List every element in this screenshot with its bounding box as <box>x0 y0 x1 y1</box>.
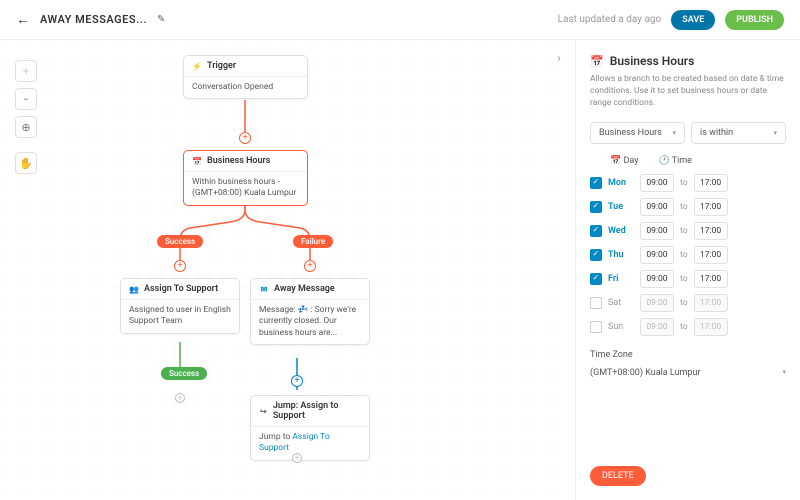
clock-icon: 🕐 <box>658 156 669 166</box>
jump-icon: ↪ <box>259 406 268 416</box>
bolt-icon: ⚡ <box>192 61 202 71</box>
timezone-select[interactable]: (GMT+08:00) Kuala Lumpur▾ <box>590 364 786 382</box>
to-label: to <box>680 250 688 260</box>
time-to-input[interactable] <box>694 174 728 192</box>
node-assign[interactable]: 👥 Assign To Support Assigned to user in E… <box>120 278 240 334</box>
day-checkbox[interactable] <box>590 249 602 261</box>
node-away-message[interactable]: ✉ Away Message Message: 💤 : Sorry we're c… <box>250 278 370 345</box>
schedule-row: Tue to <box>590 198 786 216</box>
node-body: Jump to Assign To Support <box>251 427 369 460</box>
workflow-canvas[interactable]: + − ⊕ ✋ › ⚡ Trigger Conversation Opened +… <box>0 40 575 500</box>
node-body: Assigned to user in English Support Team <box>121 300 239 333</box>
day-checkbox[interactable] <box>590 177 602 189</box>
time-from-input[interactable] <box>640 198 674 216</box>
node-body: Message: 💤 : Sorry we're currently close… <box>251 300 369 344</box>
save-button[interactable]: SAVE <box>671 10 715 30</box>
edit-icon[interactable]: ✎ <box>157 14 165 25</box>
node-title: Assign To Support <box>144 284 218 294</box>
chevron-down-icon: ▾ <box>773 129 777 137</box>
schedule-row: Wed to <box>590 222 786 240</box>
condition-type-select[interactable]: Business Hours▾ <box>590 122 685 144</box>
node-title: Away Message <box>274 284 335 294</box>
schedule-row: Mon to <box>590 174 786 192</box>
node-title: Jump: Assign to Support <box>273 401 361 421</box>
branch-failure-pill: Failure <box>293 235 333 248</box>
user-icon: 👥 <box>129 284 139 294</box>
schedule-row: Fri to <box>590 270 786 288</box>
pan-button[interactable]: ✋ <box>15 152 37 174</box>
node-body: Conversation Opened <box>184 77 307 98</box>
time-to-input[interactable] <box>694 222 728 240</box>
last-updated: Last updated a day ago <box>558 14 662 25</box>
add-step-button[interactable]: + <box>292 453 302 463</box>
collapse-panel-icon[interactable]: › <box>549 48 569 68</box>
schedule-row: Thu to <box>590 246 786 264</box>
day-checkbox[interactable] <box>590 297 602 309</box>
chevron-down-icon: ▾ <box>782 368 786 378</box>
node-business-hours[interactable]: 📅 Business Hours Within business hours - … <box>183 150 308 206</box>
branch-success-pill: Success <box>157 235 203 248</box>
panel-title: Business Hours <box>610 54 695 68</box>
timezone-label: Time Zone <box>590 350 786 360</box>
fit-button[interactable]: ⊕ <box>15 116 37 138</box>
node-jump[interactable]: ↪ Jump: Assign to Support Jump to Assign … <box>250 395 370 461</box>
zoom-in-button[interactable]: + <box>15 60 37 82</box>
time-to-input[interactable] <box>694 246 728 264</box>
back-icon[interactable]: ← <box>16 11 30 28</box>
branch-success-pill: Success <box>161 367 207 380</box>
day-checkbox[interactable] <box>590 273 602 285</box>
add-step-button[interactable]: + <box>239 132 251 144</box>
day-label: Tue <box>608 202 634 212</box>
header: ← AWAY MESSAGES... ✎ Last updated a day … <box>0 0 800 40</box>
node-title: Business Hours <box>207 156 270 166</box>
day-label: Sun <box>608 322 634 332</box>
day-label: Sat <box>608 298 634 308</box>
calendar-icon: 📅 <box>590 55 604 68</box>
properties-panel: 📅 Business Hours Allows a branch to be cr… <box>575 40 800 500</box>
panel-description: Allows a branch to be created based on d… <box>590 74 786 110</box>
time-to-input[interactable] <box>694 294 728 312</box>
node-body: Within business hours - (GMT+08:00) Kual… <box>184 172 307 205</box>
day-checkbox[interactable] <box>590 321 602 333</box>
time-to-input[interactable] <box>694 270 728 288</box>
condition-op-select[interactable]: is within▾ <box>691 122 786 144</box>
mail-icon: ✉ <box>259 284 269 294</box>
node-title: Trigger <box>207 61 236 71</box>
add-step-button[interactable]: + <box>175 393 185 403</box>
add-step-button[interactable]: + <box>304 260 316 272</box>
day-label: Mon <box>608 178 634 188</box>
chevron-down-icon: ▾ <box>672 129 676 137</box>
calendar-icon: 📅 <box>192 156 202 166</box>
to-label: to <box>680 226 688 236</box>
time-from-input[interactable] <box>640 294 674 312</box>
schedule-row: Sat to <box>590 294 786 312</box>
schedule-row: Sun to <box>590 318 786 336</box>
day-label: Thu <box>608 250 634 260</box>
day-label: Wed <box>608 226 634 236</box>
time-to-input[interactable] <box>694 198 728 216</box>
time-from-input[interactable] <box>640 174 674 192</box>
time-from-input[interactable] <box>640 222 674 240</box>
canvas-tools: + − ⊕ ✋ <box>15 60 37 174</box>
zoom-out-button[interactable]: − <box>15 88 37 110</box>
to-label: to <box>680 298 688 308</box>
day-checkbox[interactable] <box>590 225 602 237</box>
day-checkbox[interactable] <box>590 201 602 213</box>
add-step-button[interactable]: + <box>291 375 303 387</box>
to-label: to <box>680 178 688 188</box>
time-to-input[interactable] <box>694 318 728 336</box>
time-from-input[interactable] <box>640 246 674 264</box>
to-label: to <box>680 202 688 212</box>
day-label: Fri <box>608 274 634 284</box>
add-step-button[interactable]: + <box>174 260 186 272</box>
to-label: to <box>680 274 688 284</box>
delete-button[interactable]: DELETE <box>590 466 646 486</box>
publish-button[interactable]: PUBLISH <box>725 10 784 30</box>
node-trigger[interactable]: ⚡ Trigger Conversation Opened <box>183 55 308 99</box>
time-from-input[interactable] <box>640 270 674 288</box>
workflow-title: AWAY MESSAGES... <box>40 13 147 26</box>
calendar-icon: 📅 <box>610 156 621 166</box>
to-label: to <box>680 322 688 332</box>
time-from-input[interactable] <box>640 318 674 336</box>
